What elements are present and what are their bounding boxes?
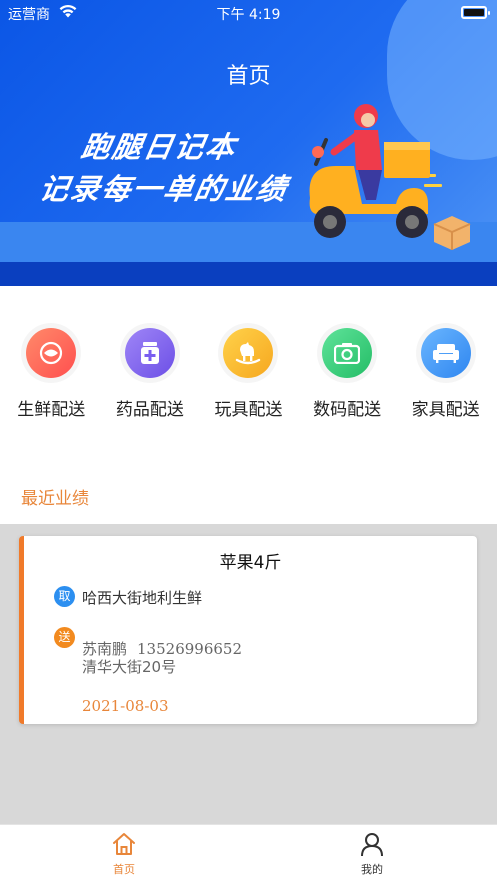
delivery-scooter-illustration	[309, 104, 471, 250]
home-screen: 运营商 下午 4:19 首页 跑腿日记本 记录每一单的业绩 生鲜配送 药品配送 …	[0, 0, 497, 883]
slogan-line-1: 跑腿日记本	[78, 130, 240, 164]
category-furniture[interactable]: 家具配送	[400, 320, 492, 420]
tab-mine-label: 我的	[361, 863, 383, 876]
sofa-icon	[420, 328, 471, 378]
home-icon	[113, 833, 135, 855]
recent-section-title: 最近业绩	[21, 489, 89, 509]
tab-home[interactable]: 首页	[84, 831, 164, 877]
deliver-badge: 送	[54, 627, 75, 648]
slogan-line-2: 记录每一单的业绩	[36, 172, 291, 206]
category-label: 数码配送	[313, 400, 382, 420]
battery-icon	[461, 6, 490, 19]
category-toys[interactable]: 玩具配送	[202, 320, 294, 420]
order-date: 2021-08-03	[82, 697, 169, 715]
category-digital[interactable]: 数码配送	[301, 320, 393, 420]
order-title: 苹果4斤	[219, 553, 282, 573]
tab-home-label: 首页	[113, 863, 135, 876]
recent-orders-list: 苹果4斤 取 哈西大街地利生鲜 送 苏南鹏 13526996652 清华大街20号…	[0, 524, 497, 824]
page-title: 首页	[226, 64, 271, 89]
category-medicine[interactable]: 药品配送	[104, 320, 196, 420]
clock: 下午 4:19	[216, 7, 281, 23]
status-bar: 运营商 下午 4:19	[0, 0, 497, 26]
pickup-address: 哈西大街地利生鲜	[82, 589, 203, 607]
tab-bar: 首页 我的	[0, 824, 497, 883]
category-label: 玩具配送	[214, 400, 283, 420]
banner-bottom-band	[0, 262, 497, 286]
toy-horse-icon	[223, 328, 274, 378]
fresh-food-icon	[26, 328, 77, 378]
receiver-address: 清华大街20号	[82, 658, 177, 676]
pickup-badge: 取	[54, 586, 75, 607]
order-card[interactable]: 苹果4斤 取 哈西大街地利生鲜 送 苏南鹏 13526996652 清华大街20号…	[19, 536, 477, 724]
category-row: 生鲜配送 药品配送 玩具配送 数码配送 家具配送	[0, 320, 497, 420]
category-label: 生鲜配送	[17, 400, 86, 420]
header-banner: 运营商 下午 4:19 首页 跑腿日记本 记录每一单的业绩	[0, 0, 497, 286]
medicine-icon	[124, 328, 175, 378]
category-label: 家具配送	[411, 400, 480, 420]
tab-mine[interactable]: 我的	[332, 831, 412, 877]
category-label: 药品配送	[115, 400, 184, 420]
category-fresh[interactable]: 生鲜配送	[5, 320, 97, 420]
user-icon	[361, 833, 383, 857]
camera-icon	[322, 328, 373, 378]
